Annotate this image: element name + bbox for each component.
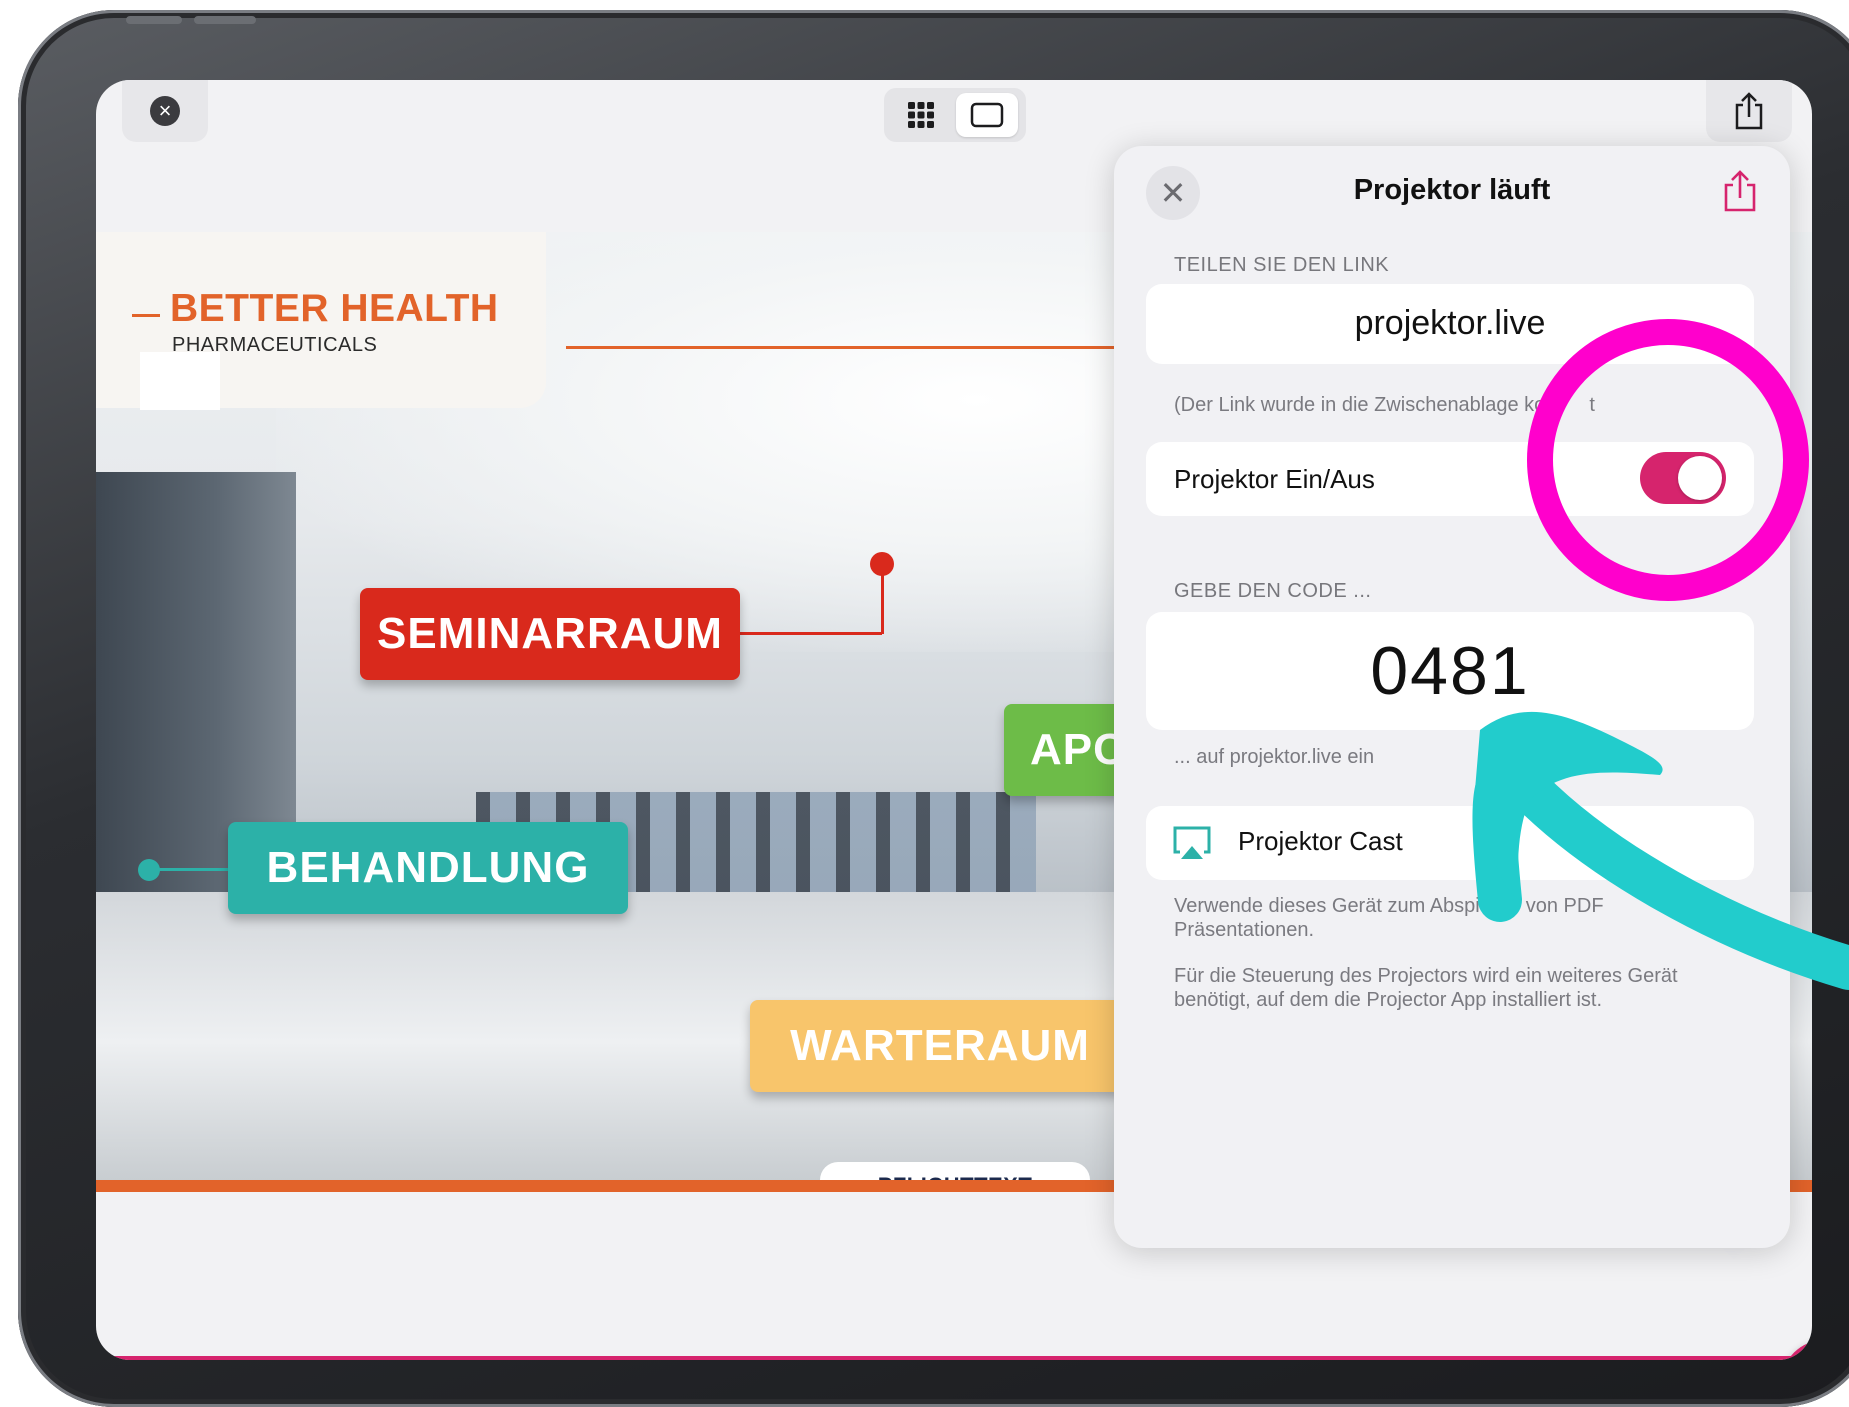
code-note: ... auf projektor.live ein — [1174, 746, 1375, 768]
tag-seminarraum[interactable]: SEMINARRAUM — [360, 588, 740, 680]
popover-title: Projektor läuft — [1353, 174, 1551, 206]
link-note: (Der Link wurde in die Zwischenablage ko… — [1174, 394, 1595, 417]
airplay-icon — [1173, 826, 1211, 859]
single-view-button[interactable] — [956, 93, 1018, 137]
volume-button — [194, 16, 256, 24]
logo-dash — [132, 314, 160, 317]
ipad-frame: BETTER HEALTH PHARMACEUTICALS SEMINARRAU… — [18, 10, 1849, 1407]
logo-mask — [140, 352, 220, 410]
share-icon — [1735, 92, 1763, 130]
toggle-label: Projektor Ein/Aus — [1174, 464, 1375, 494]
volume-button — [126, 16, 182, 24]
code-card: 0481 — [1146, 612, 1754, 730]
code-section-label: GEBE DEN CODE ... — [1174, 580, 1372, 602]
header-rule — [566, 346, 1126, 349]
logo-card: BETTER HEALTH PHARMACEUTICALS — [96, 232, 546, 410]
connector-line — [148, 868, 230, 871]
popover-share-button[interactable] — [1720, 168, 1764, 216]
cast-description-text: Präsentationen. — [1174, 919, 1315, 941]
share-button[interactable] — [1706, 80, 1792, 142]
logo-title: BETTER HEALTH — [170, 287, 499, 330]
connector-line — [740, 632, 882, 635]
view-mode-segmented-control[interactable] — [884, 88, 1026, 142]
single-page-icon — [970, 102, 1004, 128]
tag-warteraum[interactable]: WARTERAUM — [750, 1000, 1130, 1092]
projector-popover: ✕ Projektor läuft TEILEN SIE DEN LINK pr… — [1114, 146, 1790, 1248]
grid-view-button[interactable] — [892, 94, 950, 136]
connector-line — [881, 562, 884, 634]
tag-behandlung[interactable]: BEHANDLUNG — [228, 822, 628, 914]
cast-label: Projektor Cast — [1238, 826, 1403, 856]
close-button[interactable]: × — [122, 80, 208, 142]
cast-note: Für die Steuerung des Projectors wird ei… — [1174, 965, 1678, 1011]
screen: BETTER HEALTH PHARMACEUTICALS SEMINARRAU… — [96, 80, 1812, 1360]
cast-card[interactable]: Projektor Cast — [1146, 806, 1754, 880]
share-icon — [1724, 170, 1756, 212]
tag-apotheke[interactable]: APC — [1004, 704, 1125, 796]
link-note-text: (Der Link wurde in die Zwischenablage ko — [1174, 394, 1546, 416]
link-card[interactable]: projektor.live — [1146, 284, 1754, 364]
cast-description-text: Verwende dieses Gerät zum Abspi — [1174, 895, 1480, 917]
toggle-card: Projektor Ein/Aus — [1146, 442, 1754, 516]
close-icon: × — [150, 96, 180, 126]
screen-bottom-accent — [96, 1356, 1812, 1360]
cast-description: Verwende dieses Gerät zum Abspi von PDF P… — [1174, 894, 1754, 942]
grid-icon — [908, 102, 934, 128]
cast-description-text: von PDF — [1525, 895, 1604, 917]
toggle-knob — [1678, 456, 1722, 500]
access-code: 0481 — [1370, 633, 1530, 709]
link-text[interactable]: projektor.live — [1146, 304, 1754, 343]
projector-toggle[interactable] — [1640, 452, 1726, 504]
share-section-label: TEILEN SIE DEN LINK — [1174, 254, 1390, 276]
link-note-text: t — [1589, 394, 1595, 416]
